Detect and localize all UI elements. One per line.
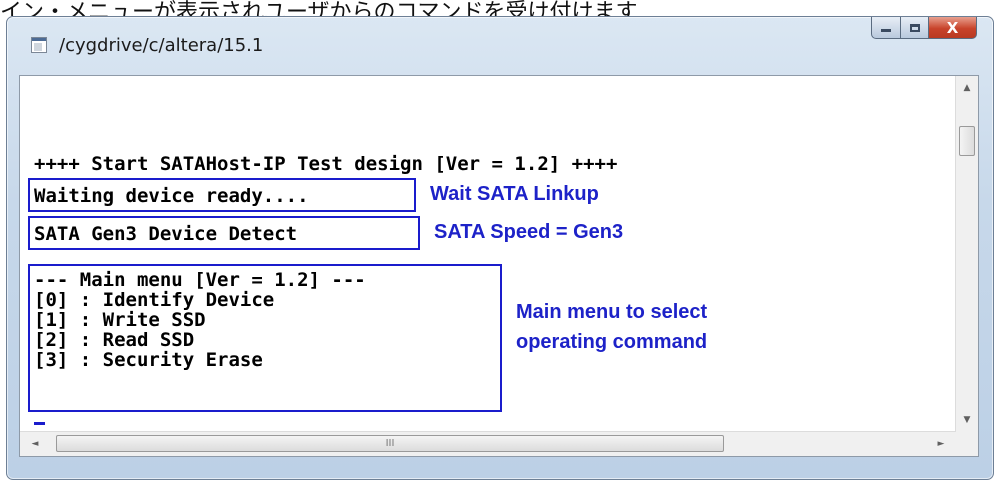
annotation-menu-line1: Main menu to select bbox=[516, 301, 708, 323]
annotation-menu-line2: operating command bbox=[516, 331, 708, 353]
resize-grip-icon[interactable] bbox=[954, 432, 978, 456]
maximize-button[interactable] bbox=[901, 17, 929, 39]
scroll-right-arrow-icon[interactable]: ► bbox=[930, 432, 952, 456]
vertical-scrollbar[interactable]: ▲ ▼ bbox=[955, 76, 978, 432]
close-button[interactable]: X bbox=[929, 17, 977, 39]
waiting-message: Waiting device ready.... bbox=[34, 185, 309, 207]
horizontal-scroll-thumb[interactable]: III bbox=[56, 435, 724, 452]
close-icon: X bbox=[946, 18, 959, 37]
window-controls: X bbox=[871, 17, 977, 39]
menu-header: --- Main menu [Ver = 1.2] --- bbox=[34, 269, 366, 291]
text-cursor bbox=[34, 422, 45, 425]
annotation-linkup: Wait SATA Linkup bbox=[430, 183, 599, 205]
minimize-button[interactable] bbox=[871, 17, 901, 39]
menu-item-identify: [0] : Identify Device bbox=[34, 289, 275, 311]
window-title: /cygdrive/c/altera/15.1 bbox=[59, 35, 264, 56]
start-message: ++++ Start SATAHost-IP Test design [Ver … bbox=[34, 153, 618, 175]
scroll-left-arrow-icon[interactable]: ◄ bbox=[24, 432, 46, 456]
scroll-up-arrow-icon[interactable]: ▲ bbox=[956, 78, 978, 98]
annotation-speed: SATA Speed = Gen3 bbox=[434, 221, 624, 243]
title-bar[interactable]: /cygdrive/c/altera/15.1 X bbox=[7, 17, 993, 75]
console-output[interactable]: ++++ Start SATAHost-IP Test design [Ver … bbox=[19, 75, 979, 457]
detect-message: SATA Gen3 Device Detect bbox=[34, 223, 298, 245]
menu-item-erase: [3] : Security Erase bbox=[34, 349, 263, 371]
horizontal-scrollbar[interactable]: ◄ III ► bbox=[20, 431, 956, 456]
menu-item-write: [1] : Write SSD bbox=[34, 309, 206, 331]
page-caption: イン・メニューが表示されユーザからのコマンドを受け付けます bbox=[0, 0, 638, 16]
scroll-down-arrow-icon[interactable]: ▼ bbox=[956, 410, 978, 430]
minimize-icon bbox=[881, 29, 891, 32]
terminal-window: /cygdrive/c/altera/15.1 X ++++ Start SAT… bbox=[6, 16, 994, 480]
maximize-icon bbox=[909, 23, 920, 32]
menu-item-read: [2] : Read SSD bbox=[34, 329, 195, 351]
vertical-scroll-thumb[interactable] bbox=[959, 126, 975, 156]
terminal-app-icon[interactable] bbox=[31, 37, 47, 53]
